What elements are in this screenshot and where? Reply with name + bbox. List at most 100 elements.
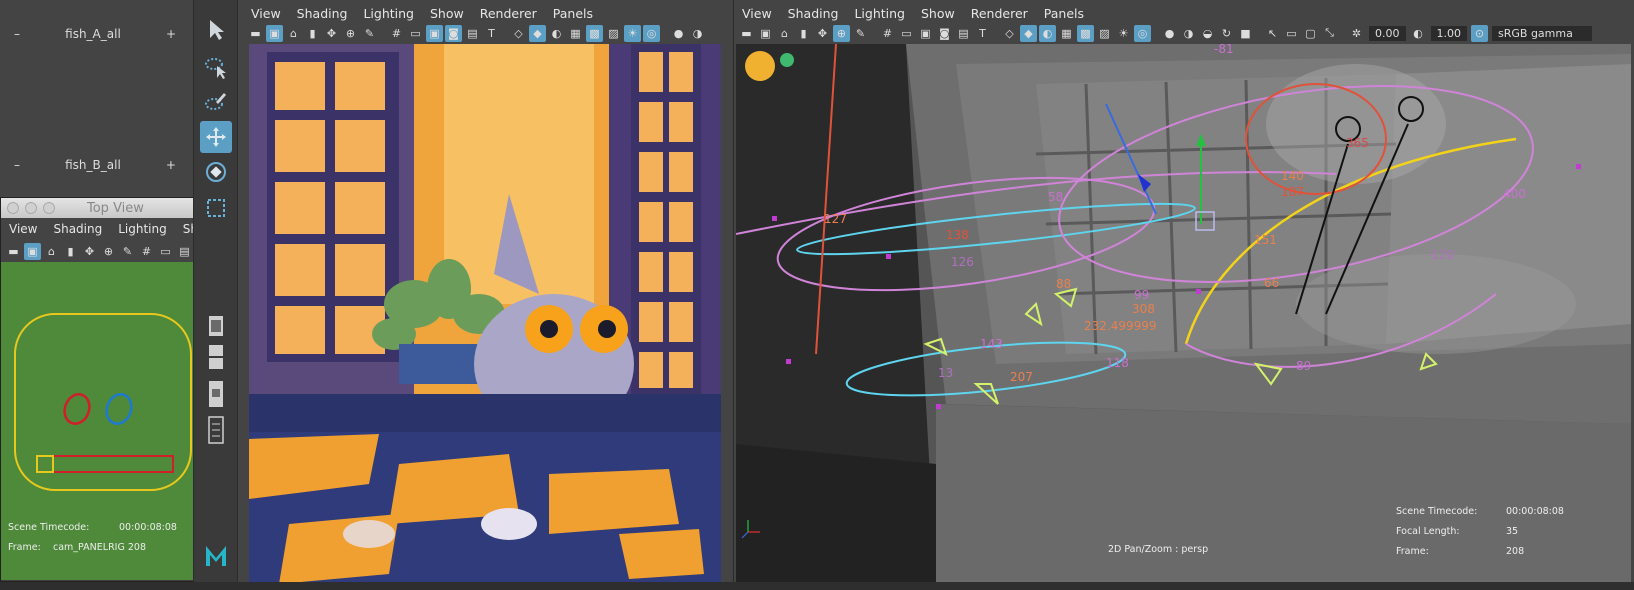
safe-title-icon[interactable]: T <box>483 25 500 42</box>
window-titlebar[interactable]: Top View <box>1 198 217 218</box>
fish-b-marker[interactable] <box>103 391 136 427</box>
resolution-gate-icon[interactable]: ▤ <box>176 243 193 260</box>
select-camera-icon[interactable]: ↖ <box>1264 25 1281 42</box>
menu-lighting[interactable]: Lighting <box>846 6 913 21</box>
grid-icon[interactable]: # <box>388 25 405 42</box>
menu-panels[interactable]: Panels <box>545 6 601 21</box>
fish-a-marker[interactable] <box>61 391 94 427</box>
menu-shading[interactable]: Shading <box>289 6 356 21</box>
zoom-window-icon[interactable] <box>43 202 55 214</box>
close-window-icon[interactable] <box>7 202 19 214</box>
menu-view[interactable]: View <box>243 6 289 21</box>
color-management-icon[interactable]: ⊙ <box>1471 24 1488 42</box>
wireframe-icon[interactable]: ◇ <box>510 25 527 42</box>
bookmark-icon[interactable]: ⌂ <box>43 243 60 260</box>
camera-attr-icon[interactable]: ▣ <box>266 24 283 42</box>
move-tool-icon[interactable] <box>200 121 232 153</box>
ambient-occlusion-icon[interactable]: ◎ <box>643 24 660 42</box>
resolution-gate-icon[interactable]: ▣ <box>426 24 443 42</box>
isolate-icon[interactable]: ● <box>1161 25 1178 42</box>
xray-joints-icon[interactable]: ◒ <box>1199 25 1216 42</box>
outliner-row-fish-a[interactable]: – fish_A_all + <box>0 22 190 46</box>
rendered-camera-image[interactable] <box>249 44 721 584</box>
menu-renderer[interactable]: Renderer <box>963 6 1036 21</box>
smooth-shade-icon[interactable]: ◆ <box>529 24 546 42</box>
outliner-row-fish-b[interactable]: – fish_B_all + <box>0 153 190 177</box>
default-material-icon[interactable]: ◐ <box>1039 24 1056 42</box>
rig-bar[interactable] <box>36 455 174 473</box>
layout-stack-icon[interactable] <box>200 378 232 410</box>
hud-icon[interactable]: ■ <box>1237 25 1254 42</box>
select-tool-icon[interactable] <box>200 14 232 46</box>
colorspace-dropdown[interactable]: sRGB gamma <box>1492 25 1592 41</box>
xray-icon[interactable]: ◑ <box>689 25 706 42</box>
layout-single-icon[interactable] <box>200 310 232 342</box>
frame-icon[interactable]: ▢ <box>1302 25 1319 42</box>
xray-icon[interactable]: ◑ <box>1180 25 1197 42</box>
pen-icon[interactable]: ✎ <box>119 243 136 260</box>
menu-show[interactable]: Show <box>913 6 963 21</box>
camera-icon[interactable]: ▬ <box>247 25 264 42</box>
grid-icon[interactable]: # <box>138 243 155 260</box>
menu-lighting[interactable]: Lighting <box>355 6 422 21</box>
lasso-tool-icon[interactable] <box>200 52 232 84</box>
menu-show[interactable]: Show <box>422 6 472 21</box>
aim-icon[interactable]: ⤡ <box>1321 25 1338 42</box>
collapse-icon[interactable]: – <box>14 158 20 172</box>
pan-icon[interactable]: ✥ <box>323 25 340 42</box>
pen-icon[interactable]: ✎ <box>852 25 869 42</box>
paint-select-tool-icon[interactable] <box>200 86 232 118</box>
camera-attr-icon[interactable]: ▣ <box>757 25 774 42</box>
lights-icon[interactable]: ☀ <box>624 24 641 42</box>
texture-icon[interactable]: ▦ <box>567 25 584 42</box>
flag-icon[interactable]: ▮ <box>304 25 321 42</box>
film-gate-icon[interactable]: ▭ <box>157 243 174 260</box>
lock-camera-icon[interactable]: ▭ <box>1283 25 1300 42</box>
exposure-field[interactable]: 0.00 <box>1369 25 1406 41</box>
ambient-occlusion-icon[interactable]: ◎ <box>1134 24 1151 42</box>
expand-icon[interactable]: + <box>166 158 176 172</box>
shadows-icon[interactable]: ▨ <box>605 25 622 42</box>
shadows-icon[interactable]: ▨ <box>1096 25 1113 42</box>
menu-view[interactable]: View <box>1 222 45 236</box>
gamma-icon[interactable]: ◐ <box>1410 25 1427 42</box>
zoom-icon[interactable]: ⊕ <box>100 243 117 260</box>
film-gate-icon[interactable]: ▭ <box>898 25 915 42</box>
refresh-icon[interactable]: ↻ <box>1218 25 1235 42</box>
gate-mask-icon[interactable]: ◙ <box>445 24 462 42</box>
flag-icon[interactable]: ▮ <box>795 25 812 42</box>
menu-lighting[interactable]: Lighting <box>110 222 175 236</box>
camera-icon[interactable]: ▬ <box>738 25 755 42</box>
zoom-icon[interactable]: ⊕ <box>342 25 359 42</box>
collapse-icon[interactable]: – <box>14 27 20 41</box>
camera-attr-icon[interactable]: ▣ <box>24 242 41 260</box>
pan-icon[interactable]: ✥ <box>81 243 98 260</box>
lights-icon[interactable]: ☀ <box>1115 25 1132 42</box>
safe-title-icon[interactable]: T <box>974 25 991 42</box>
rotate-tool-icon[interactable] <box>200 156 232 188</box>
pen-icon[interactable]: ✎ <box>361 25 378 42</box>
menu-shading[interactable]: Shading <box>780 6 847 21</box>
bookmark-icon[interactable]: ⌂ <box>285 25 302 42</box>
field-chart-icon[interactable]: ▤ <box>464 25 481 42</box>
scale-tool-icon[interactable] <box>200 192 232 224</box>
expand-icon[interactable]: + <box>166 27 176 41</box>
default-material-icon[interactable]: ◐ <box>548 25 565 42</box>
smooth-shade-icon[interactable]: ◆ <box>1020 24 1037 42</box>
field-chart-icon[interactable]: ▤ <box>955 25 972 42</box>
perspective-scene[interactable]: -81 127 138 126 58 140 187 365 400 -120 … <box>736 44 1631 584</box>
grid-icon[interactable]: # <box>879 25 896 42</box>
textured-icon[interactable]: ▩ <box>1077 24 1094 42</box>
gamma-field[interactable]: 1.00 <box>1430 25 1467 41</box>
resolution-gate-icon[interactable]: ▣ <box>917 25 934 42</box>
minimize-window-icon[interactable] <box>25 202 37 214</box>
zoom-icon[interactable]: ⊕ <box>833 24 850 42</box>
menu-panels[interactable]: Panels <box>1036 6 1092 21</box>
layout-list-icon[interactable] <box>200 414 232 446</box>
rig-handle[interactable] <box>36 455 54 473</box>
wireframe-icon[interactable]: ◇ <box>1001 25 1018 42</box>
textured-icon[interactable]: ▩ <box>586 24 603 42</box>
film-gate-icon[interactable]: ▭ <box>407 25 424 42</box>
top-view-canvas[interactable]: Scene Timecode: 00:00:08:08 Frame: cam_P… <box>1 262 215 580</box>
menu-renderer[interactable]: Renderer <box>472 6 545 21</box>
